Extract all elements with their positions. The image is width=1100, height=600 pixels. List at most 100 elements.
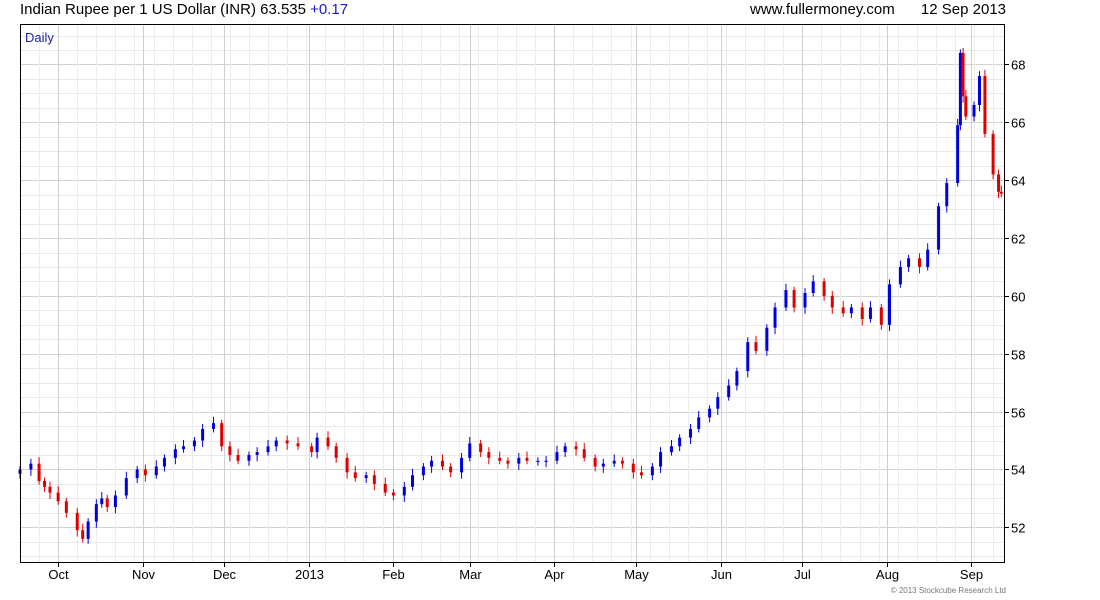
candle-body [997,174,1001,192]
candle-body [173,449,177,458]
candle-body [716,397,720,409]
candle [803,288,807,314]
y-tick-label: 54 [1011,463,1025,478]
candle [650,463,654,481]
candle [991,130,995,180]
candle [135,465,139,484]
candle-body [999,191,1003,194]
x-tick-label: Feb [382,567,404,582]
candle [544,455,548,468]
candle-body [830,295,834,308]
candle [983,69,987,138]
candle [315,432,319,459]
candle-body [773,307,777,328]
candle [192,437,196,452]
x-tick-label: Apr [544,567,565,582]
candle-body [255,452,259,455]
candle [525,451,529,465]
candle-body [803,293,807,308]
y-axis: 52 54 56 58 60 62 64 66 68 [1004,58,1025,536]
candle-body [678,437,682,447]
x-tick-label: Mar [459,567,482,582]
candle [536,457,540,466]
candle-body [849,307,853,314]
candle [918,253,922,274]
candle [105,494,109,512]
candle-body [708,408,712,418]
candle-body [860,307,864,320]
candle [888,279,892,332]
candle [43,477,47,492]
candle-body [212,423,216,429]
candle-body [620,460,624,464]
candle [555,445,559,465]
candle-body [372,475,376,484]
candle-body [639,472,643,476]
candle-body [601,463,605,467]
candle-body [247,454,251,461]
candle [563,442,567,458]
candle [958,49,962,131]
candle [868,301,872,323]
candlestick-chart: Daily 52 54 56 58 60 62 64 66 68 Oct Nov Dec 2013 Fe… [18,24,1025,582]
candle-body [440,460,444,467]
candle [792,286,796,313]
candle-body [631,463,635,473]
candle-body [315,437,319,453]
candle-body [574,446,578,450]
candle [582,442,586,462]
candle [601,458,605,473]
candle-body [236,454,240,461]
candle [620,457,624,469]
candle-body [162,457,166,467]
candle [430,455,434,473]
x-tick-label: Nov [132,567,156,582]
candle [113,490,117,514]
candle-body [689,428,693,438]
candle-body [517,457,521,464]
candle-body [296,443,300,447]
x-tick-label: Jul [794,567,811,582]
candle [296,437,300,450]
candle-body [612,460,616,464]
candle [326,431,330,450]
candle-body [754,342,758,351]
candle-body [907,258,911,267]
candle-body [105,498,109,508]
candle-body [37,463,41,482]
candle [697,411,701,433]
x-tick-label: Aug [876,567,899,582]
candle [972,101,976,122]
candle-body [353,472,357,479]
candle-body [411,475,415,487]
candle [75,507,79,537]
candle [460,452,464,479]
candle-body [536,460,540,462]
candle-body [143,469,147,476]
candle-body [727,385,731,398]
candle [94,499,98,528]
y-tick-label: 64 [1011,174,1025,189]
candle-body [334,446,338,458]
candle-body [113,495,117,508]
candle-body [479,443,483,453]
candle [746,337,750,378]
candle-body [487,452,491,458]
candle-body [228,446,232,455]
candle-body [977,76,981,105]
candle-body [956,125,960,184]
candle-body [822,281,826,296]
candle-body [468,443,472,458]
candle [593,454,597,472]
candle-body [100,498,104,505]
candle-body [498,457,502,461]
candle [498,451,502,465]
candle [56,486,60,505]
y-tick-label: 58 [1011,348,1025,363]
candle [334,442,338,463]
candle-body [888,284,892,325]
candle [173,444,177,465]
candle-body [86,521,90,539]
candle [754,335,758,355]
candle-body [926,249,930,267]
